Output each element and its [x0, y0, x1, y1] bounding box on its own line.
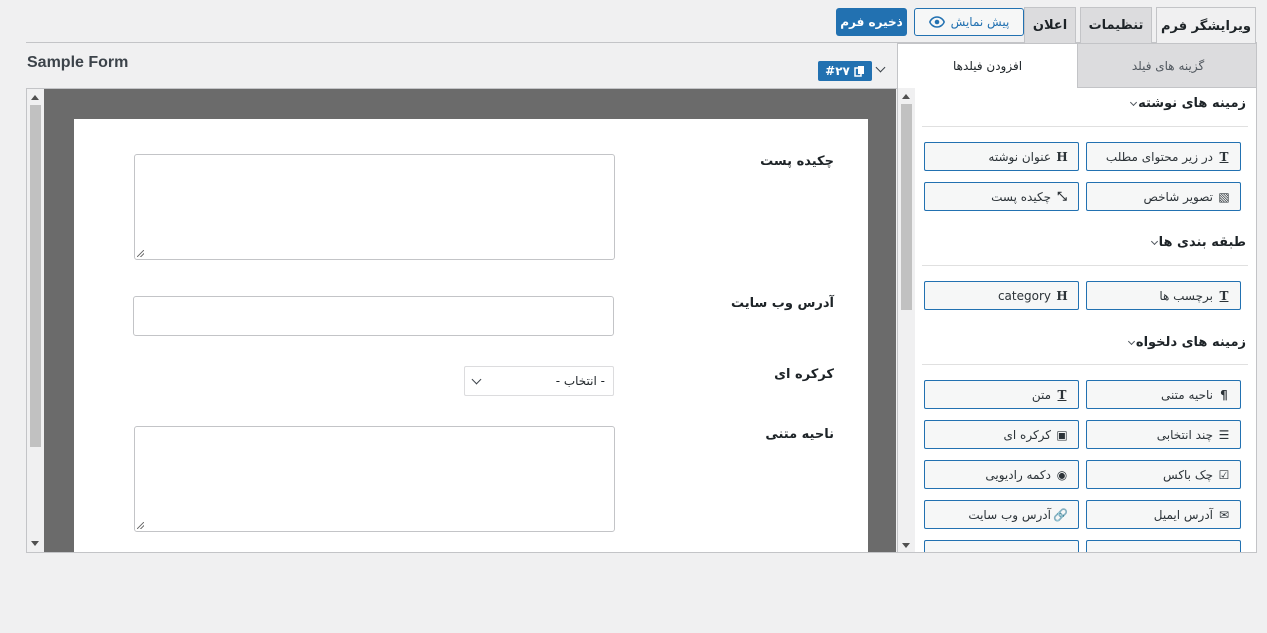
scroll-up-arrow-icon[interactable] — [902, 94, 910, 99]
text-icon: T — [1057, 387, 1067, 402]
text-icon: T — [1219, 149, 1229, 164]
field-button-tags[interactable]: T برچسب ها — [1086, 281, 1241, 310]
chevron-down-icon — [1127, 337, 1135, 345]
field-label-textarea: ناحیه متنی — [765, 427, 834, 442]
radio-icon: ◉ — [1056, 467, 1068, 482]
field-button-partial[interactable] — [924, 540, 1079, 552]
field-button-checkbox[interactable]: ☑ چک باکس — [1086, 460, 1241, 489]
field-button-label: عنوان نوشته — [988, 149, 1051, 164]
scroll-up-arrow-icon[interactable] — [31, 95, 39, 100]
field-button-multiselect[interactable]: ☰ چند انتخابی — [1086, 420, 1241, 449]
textarea-field[interactable] — [134, 426, 615, 532]
section-custom-fields[interactable]: زمینه های دلخواه — [1127, 335, 1246, 350]
form-canvas: چکیده پست آدرس وب سایت کرکره ای - انتخاب… — [26, 88, 914, 553]
field-button-label: دکمه رادیویی — [985, 467, 1051, 482]
section-title: زمینه های نوشته — [1138, 96, 1246, 111]
field-button-label: آدرس ایمیل — [1153, 507, 1213, 522]
field-label-dropdown: کرکره ای — [774, 367, 834, 382]
field-button-email[interactable]: ✉ آدرس ایمیل — [1086, 500, 1241, 529]
field-button-post-content[interactable]: T در زیر محتوای مطلب — [1086, 142, 1241, 171]
field-button-label: چکیده پست — [991, 189, 1051, 204]
dropdown-select[interactable]: - انتخاب - — [464, 366, 614, 396]
field-label-website: آدرس وب سایت — [730, 296, 834, 311]
field-button-textarea[interactable]: ¶ ناحیه متنی — [1086, 380, 1241, 409]
preview-button[interactable]: پیش نمایش — [914, 8, 1024, 36]
chevron-down-icon — [1130, 98, 1138, 106]
panel-scrollbar[interactable] — [898, 88, 915, 552]
field-button-partial[interactable] — [1086, 540, 1241, 552]
fields-panel: گزینه های فیلد افزودن فیلدها زمینه های ن… — [897, 43, 1257, 553]
checkbox-icon: ☑ — [1218, 467, 1230, 482]
field-button-label: ناحیه متنی — [1161, 387, 1213, 402]
post-excerpt-textarea[interactable] — [134, 154, 615, 260]
form-id-text: #۲۷ — [825, 64, 850, 78]
top-tab-bar: ویرایشگر فرم تنظیمات اعلان پیش نمایش ذخی… — [26, 6, 1257, 44]
canvas-left-scrollbar[interactable] — [27, 89, 44, 552]
preview-label: پیش نمایش — [950, 15, 1010, 29]
collapse-form-toggle[interactable] — [875, 60, 886, 74]
text-icon: T — [1219, 288, 1229, 303]
section-taxonomies[interactable]: طبقه بندی ها — [1150, 235, 1246, 250]
field-button-featured-image[interactable]: ▧ تصویر شاخص — [1086, 182, 1241, 211]
field-button-text[interactable]: T متن — [924, 380, 1079, 409]
tab-field-options[interactable]: گزینه های فیلد — [1077, 44, 1256, 88]
field-label-post-excerpt: چکیده پست — [760, 154, 834, 169]
heading-icon: H — [1056, 149, 1068, 164]
chevron-down-icon — [875, 62, 886, 73]
field-button-radio[interactable]: ◉ دکمه رادیویی — [924, 460, 1079, 489]
envelope-icon: ✉ — [1218, 507, 1230, 522]
compress-icon: ⤡ — [1057, 189, 1067, 203]
eye-icon — [928, 16, 945, 28]
dropdown-icon: ▣ — [1056, 427, 1068, 442]
field-button-label: چک باکس — [1163, 467, 1213, 482]
section-title: طبقه بندی ها — [1158, 235, 1246, 250]
section-post-fields[interactable]: زمینه های نوشته — [1130, 96, 1246, 111]
field-button-label: category — [997, 288, 1051, 303]
website-input[interactable] — [133, 296, 614, 336]
copy-icon — [854, 66, 864, 77]
tab-settings[interactable]: تنظیمات — [1080, 7, 1152, 43]
scroll-down-arrow-icon[interactable] — [902, 543, 910, 548]
divider — [922, 126, 1248, 127]
image-icon: ▧ — [1218, 189, 1230, 204]
link-icon: 🔗 — [1053, 507, 1068, 522]
form-stage: چکیده پست آدرس وب سایت کرکره ای - انتخاب… — [44, 89, 897, 552]
field-button-label: تصویر شاخص — [1143, 189, 1213, 204]
heading-icon: H — [1056, 288, 1068, 303]
tab-notification[interactable]: اعلان — [1024, 7, 1076, 43]
tab-add-fields[interactable]: افزودن فیلدها — [898, 44, 1077, 88]
field-button-post-title[interactable]: H عنوان نوشته — [924, 142, 1079, 171]
save-form-button[interactable]: ذخیره فرم — [836, 8, 907, 36]
field-button-label: در زیر محتوای مطلب — [1105, 149, 1213, 164]
divider — [922, 364, 1248, 365]
field-button-label: آدرس وب سایت — [968, 507, 1051, 522]
field-button-label: برچسب ها — [1159, 288, 1213, 303]
field-button-label: متن — [1031, 387, 1051, 402]
list-icon: ☰ — [1218, 427, 1230, 442]
field-button-post-excerpt[interactable]: ⤡ چکیده پست — [924, 182, 1079, 211]
form-paper: چکیده پست آدرس وب سایت کرکره ای - انتخاب… — [74, 119, 868, 552]
form-id-badge[interactable]: #۲۷ — [818, 61, 872, 81]
chevron-down-icon — [1150, 237, 1158, 245]
field-button-category[interactable]: H category — [924, 281, 1079, 310]
field-button-website[interactable]: 🔗 آدرس وب سایت — [924, 500, 1079, 529]
dropdown-value: - انتخاب - — [555, 374, 605, 388]
field-button-dropdown[interactable]: ▣ کرکره ای — [924, 420, 1079, 449]
tab-form-editor[interactable]: ویرایشگر فرم — [1156, 7, 1256, 44]
scrollbar-thumb[interactable] — [901, 104, 912, 310]
scrollbar-thumb[interactable] — [30, 105, 41, 447]
scroll-down-arrow-icon[interactable] — [31, 541, 39, 546]
field-button-label: چند انتخابی — [1156, 427, 1213, 442]
chevron-down-icon — [471, 374, 482, 384]
section-title: زمینه های دلخواه — [1135, 335, 1246, 350]
field-button-label: کرکره ای — [1003, 427, 1052, 442]
paragraph-icon: ¶ — [1220, 387, 1228, 402]
divider — [922, 265, 1248, 266]
form-title: Sample Form — [27, 54, 129, 71]
